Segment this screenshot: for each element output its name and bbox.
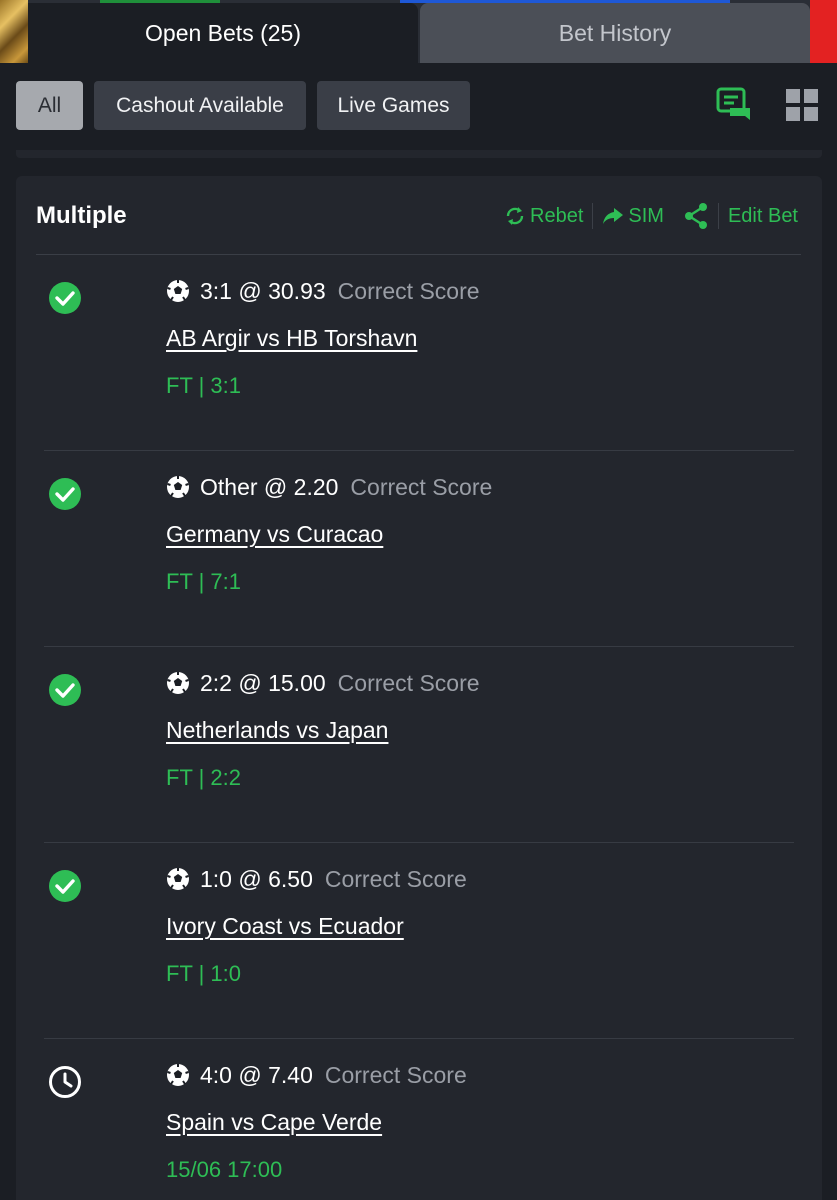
soccer-ball-icon — [167, 1064, 189, 1086]
bet-card: Multiple Rebet SIM Edit Bet 3:1 @ 30.93 … — [16, 176, 822, 1200]
market-name: Correct Score — [337, 277, 480, 304]
check-circle-icon — [49, 870, 81, 902]
tab-open-bets[interactable]: Open Bets (25) — [28, 3, 418, 63]
bet-leg: Other @ 2.20 Correct Score Germany vs Cu… — [16, 451, 822, 647]
banner-decoration — [0, 0, 28, 66]
tab-bar: Open Bets (25) Bet History — [0, 0, 837, 66]
match-result: FT | 3:1 — [166, 373, 242, 398]
filter-live-games-button[interactable]: Live Games — [317, 81, 470, 130]
selection-line: 1:0 @ 6.50 Correct Score — [166, 863, 467, 895]
kickoff-time: 15/06 17:00 — [166, 1157, 283, 1182]
filter-label: Cashout Available — [116, 93, 284, 117]
chat-icon[interactable] — [716, 86, 754, 124]
check-circle-icon — [49, 674, 81, 706]
selection-line: 2:2 @ 15.00 Correct Score — [166, 667, 480, 699]
selection-pick: 1:0 @ 6.50 — [200, 865, 313, 892]
bet-type-title: Multiple — [36, 202, 127, 229]
tab-label: Open Bets (25) — [145, 19, 301, 46]
market-name: Correct Score — [324, 865, 467, 892]
bet-leg: 1:0 @ 6.50 Correct Score Ivory Coast vs … — [16, 843, 822, 1039]
filter-label: All — [37, 93, 62, 117]
selection-line: Other @ 2.20 Correct Score — [166, 471, 492, 503]
section-divider — [16, 150, 822, 158]
match-result: FT | 2:2 — [166, 765, 242, 790]
filter-bar: All Cashout Available Live Games — [0, 63, 837, 151]
grid-view-icon[interactable] — [786, 89, 818, 121]
share-button[interactable] — [683, 202, 709, 230]
market-name: Correct Score — [350, 473, 493, 500]
match-link[interactable]: Ivory Coast vs Ecuador — [166, 913, 404, 940]
rebet-button[interactable]: Rebet — [504, 205, 583, 228]
share-icon — [684, 203, 707, 229]
selection-pick: Other @ 2.20 — [200, 473, 339, 500]
edit-bet-label: Edit Bet — [727, 204, 798, 227]
rebet-label: Rebet — [530, 204, 584, 227]
sim-label: SIM — [628, 204, 664, 227]
soccer-ball-icon — [167, 868, 189, 890]
clock-icon — [49, 1066, 81, 1098]
action-divider — [592, 203, 594, 229]
filter-all-button[interactable]: All — [16, 81, 83, 130]
bet-leg: 3:1 @ 30.93 Correct Score AB Argir vs HB… — [16, 255, 822, 451]
soccer-ball-icon — [167, 280, 189, 302]
match-link[interactable]: Germany vs Curacao — [166, 521, 383, 548]
check-circle-icon — [49, 282, 81, 314]
match-link[interactable]: Spain vs Cape Verde — [166, 1109, 382, 1136]
market-name: Correct Score — [324, 1061, 467, 1088]
tab-label: Bet History — [558, 19, 672, 46]
bet-leg: 2:2 @ 15.00 Correct Score Netherlands vs… — [16, 647, 822, 843]
filter-label: Live Games — [337, 93, 450, 117]
check-circle-icon — [49, 478, 81, 510]
match-link[interactable]: AB Argir vs HB Torshavn — [166, 325, 417, 352]
selection-pick: 2:2 @ 15.00 — [200, 669, 326, 696]
tab-bet-history[interactable]: Bet History — [420, 3, 810, 63]
banner-decoration — [810, 0, 837, 66]
selection-line: 3:1 @ 30.93 Correct Score — [166, 275, 480, 307]
soccer-ball-icon — [167, 672, 189, 694]
market-name: Correct Score — [337, 669, 480, 696]
selection-pick: 3:1 @ 30.93 — [200, 277, 326, 304]
selection-pick: 4:0 @ 7.40 — [200, 1061, 313, 1088]
action-divider — [717, 203, 719, 229]
match-result: FT | 7:1 — [166, 569, 242, 594]
bet-actions: Rebet SIM Edit Bet — [504, 200, 798, 232]
sim-button[interactable]: SIM — [602, 205, 664, 228]
edit-bet-button[interactable]: Edit Bet — [728, 205, 798, 228]
match-link[interactable]: Netherlands vs Japan — [166, 717, 388, 744]
share-arrow-icon — [603, 208, 624, 224]
filter-cashout-button[interactable]: Cashout Available — [94, 81, 306, 130]
soccer-ball-icon — [167, 476, 189, 498]
match-result: FT | 1:0 — [166, 961, 242, 986]
bet-leg: 4:0 @ 7.40 Correct Score Spain vs Cape V… — [16, 1039, 822, 1200]
selection-line: 4:0 @ 7.40 Correct Score — [166, 1059, 467, 1091]
rebet-icon — [506, 207, 524, 225]
